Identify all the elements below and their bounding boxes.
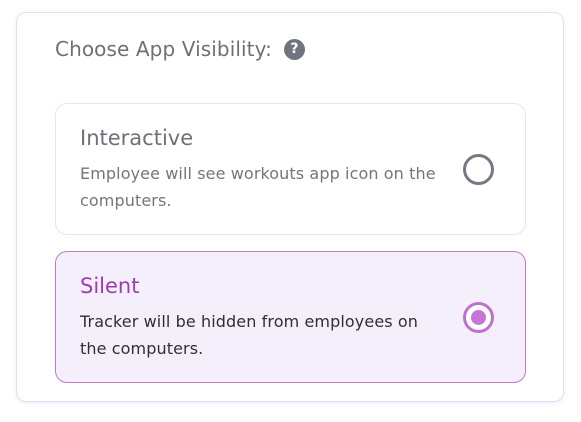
- app-visibility-header: Choose App Visibility: ?: [55, 34, 305, 64]
- interactive-option-card[interactable]: Interactive Employee will see workouts a…: [55, 103, 526, 235]
- app-visibility-title: Choose App Visibility:: [55, 37, 272, 61]
- interactive-radio-button[interactable]: [463, 154, 494, 185]
- silent-option-card[interactable]: Silent Tracker will be hidden from emplo…: [55, 251, 526, 383]
- interactive-option-title: Interactive: [80, 126, 194, 150]
- silent-option-title: Silent: [80, 274, 140, 298]
- interactive-option-description: Employee will see workouts app icon on t…: [80, 164, 436, 210]
- app-visibility-panel: Choose App Visibility: ? Interactive Emp…: [16, 12, 564, 402]
- question-circle-icon[interactable]: ?: [283, 38, 305, 60]
- silent-option-description: Tracker will be hidden from employees on…: [80, 312, 419, 358]
- selected-radio-dot-icon: [471, 310, 486, 325]
- silent-radio-button[interactable]: [463, 302, 494, 333]
